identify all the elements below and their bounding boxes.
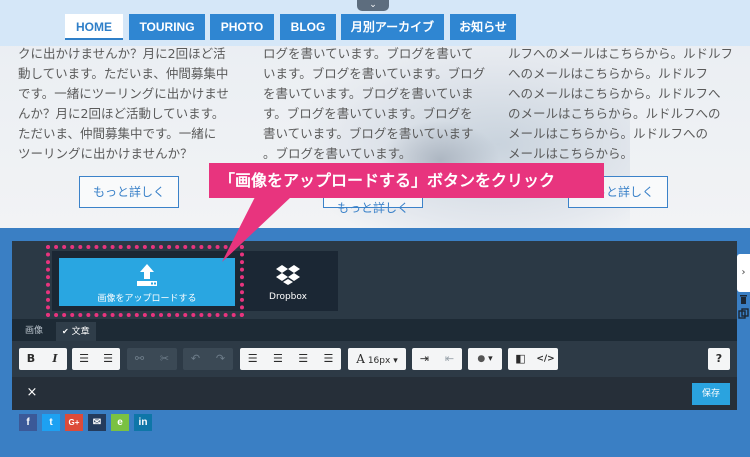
caret-down-icon: ▾ xyxy=(488,354,493,364)
facebook-icon[interactable]: f xyxy=(19,414,37,431)
dropbox-icon xyxy=(276,265,300,285)
editor-footer xyxy=(12,377,737,410)
tab-image[interactable]: 画像 xyxy=(25,322,43,341)
nav-home[interactable]: HOME xyxy=(65,14,123,40)
align-group: ☰ ☰ ☰ ☰ xyxy=(240,348,341,370)
dropbox-label: Dropbox xyxy=(269,292,307,302)
link-icon[interactable]: ⚯ xyxy=(127,348,152,370)
text-line: 動しています。ただいま、仲間募集中 xyxy=(18,66,229,81)
text-line: へのメールはこちらから。ルドルフ xyxy=(508,66,709,81)
format-group: B I xyxy=(19,348,67,370)
italic-button[interactable]: I xyxy=(43,348,67,370)
copy-icon[interactable] xyxy=(737,308,750,320)
text-line: います。ブログを書いています。ブログ xyxy=(263,66,486,81)
text-line: す。ブログを書いています。ブログを xyxy=(263,106,473,121)
text-line: ルフへのメールはこちらから。ルドルフ xyxy=(508,46,734,61)
text-line: 。ブログを書いています。 xyxy=(263,146,412,161)
check-icon: ✔ xyxy=(62,327,69,336)
font-size-value: 16px xyxy=(367,356,391,366)
instruction-callout: 「画像をアップロードする」ボタンをクリック xyxy=(209,163,604,198)
color-select[interactable]: ● ▾ xyxy=(468,348,502,370)
align-right-icon[interactable]: ☰ xyxy=(291,348,316,370)
font-size-select[interactable]: A 16px ▾ xyxy=(348,348,406,370)
close-icon[interactable]: × xyxy=(25,385,39,401)
text-line: のメールはこちらから。ルドルフへの xyxy=(508,106,721,121)
nav-blog[interactable]: BLOG xyxy=(280,14,336,40)
trash-icon[interactable] xyxy=(737,293,750,305)
text-line: を書いています。ブログを書いていま xyxy=(263,86,474,101)
nav-archive[interactable]: 月別アーカイブ xyxy=(341,14,444,40)
nav-photo[interactable]: PHOTO xyxy=(210,14,274,40)
dropbox-button[interactable]: Dropbox xyxy=(239,254,337,310)
list-group: ☰ ☰ xyxy=(72,348,120,370)
ordered-list-icon[interactable]: ☰ xyxy=(72,348,96,370)
text-line: ツーリングに出かけませんか？ xyxy=(18,146,193,161)
bold-button[interactable]: B xyxy=(19,348,43,370)
align-center-icon[interactable]: ☰ xyxy=(265,348,290,370)
tab-text-label: 文章 xyxy=(71,327,90,337)
chevron-down-icon[interactable]: ⌄ xyxy=(357,0,389,11)
help-button[interactable]: ? xyxy=(708,348,730,370)
eraser-icon[interactable]: ◧ xyxy=(508,348,533,370)
history-group: ↶ ↷ xyxy=(183,348,233,370)
outdent-icon[interactable]: ⇤ xyxy=(437,348,462,370)
undo-icon[interactable]: ↶ xyxy=(183,348,208,370)
code-icon[interactable]: </> xyxy=(533,348,558,370)
column-blog: ログを書いています。ブログを書いて います。ブログを書いています。ブログ を書い… xyxy=(263,44,485,164)
tab-text[interactable]: ✔ 文章 xyxy=(56,322,96,341)
indent-group: ⇥ ⇤ xyxy=(412,348,462,370)
text-line: メールはこちらから。ルドルフへの xyxy=(508,126,709,141)
google-plus-icon[interactable]: G+ xyxy=(65,414,83,431)
nav-news[interactable]: お知らせ xyxy=(450,14,516,40)
caret-down-icon: ▾ xyxy=(393,356,398,366)
highlight-frame xyxy=(46,245,244,317)
nav-touring[interactable]: TOURING xyxy=(129,14,205,40)
unlink-icon[interactable]: ✂ xyxy=(152,348,177,370)
twitter-icon[interactable]: t xyxy=(42,414,60,431)
text-line: ただいま、仲間募集中です。一緒に xyxy=(18,126,217,141)
column-contact: ルフへのメールはこちらから。ルドルフ へのメールはこちらから。ルドルフ へのメー… xyxy=(508,44,733,164)
indent-icon[interactable]: ⇥ xyxy=(412,348,437,370)
align-left-icon[interactable]: ☰ xyxy=(240,348,265,370)
linkedin-icon[interactable]: in xyxy=(134,414,152,431)
text-line: です。一緒にツーリングに出かけませ xyxy=(18,86,229,101)
evernote-icon[interactable]: e xyxy=(111,414,129,431)
text-line: 書いています。ブログを書いています xyxy=(263,126,474,141)
text-line: へのメールはこちらから。ルドルフへ xyxy=(508,86,721,101)
more-button-touring[interactable]: もっと詳しく xyxy=(79,176,179,208)
link-group: ⚯ ✂ xyxy=(127,348,177,370)
text-line: ログを書いています。ブログを書いて xyxy=(263,46,474,61)
justify-icon[interactable]: ☰ xyxy=(316,348,341,370)
redo-icon[interactable]: ↷ xyxy=(208,348,233,370)
text-line: んか？月に2回ほど活動しています。 xyxy=(18,106,225,121)
text-line: メールはこちらから。 xyxy=(508,146,634,161)
font-size-icon: A xyxy=(356,352,365,366)
unordered-list-icon[interactable]: ☰ xyxy=(96,348,120,370)
mail-icon[interactable]: ✉ xyxy=(88,414,106,431)
save-button[interactable]: 保存 xyxy=(692,383,730,405)
chevron-right-icon[interactable]: › xyxy=(737,254,750,292)
text-line: クに出かけませんか？月に2回ほど活 xyxy=(18,46,226,61)
misc-group: ◧ </> xyxy=(508,348,558,370)
column-touring: クに出かけませんか？月に2回ほど活 動しています。ただいま、仲間募集中 です。一… xyxy=(18,44,229,164)
editor-tab-bar xyxy=(12,319,737,341)
color-icon: ● xyxy=(477,354,486,364)
